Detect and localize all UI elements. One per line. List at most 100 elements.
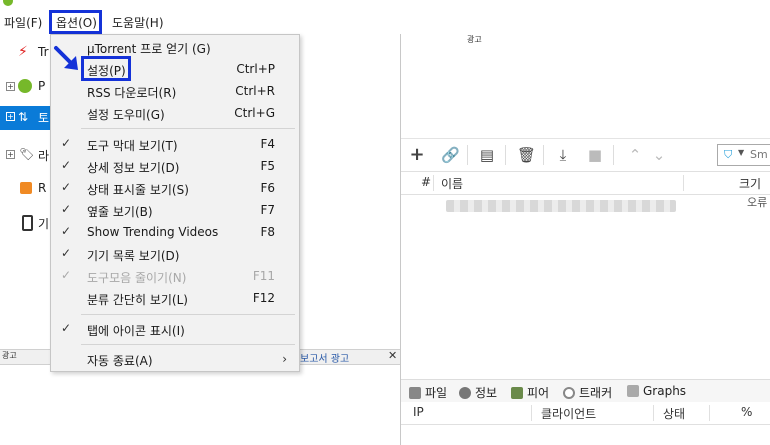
sidebar: ⚡ Tr + P + ⇅ 토 + 🏷 라 R 기 bbox=[0, 34, 50, 344]
tab-info[interactable]: 정보 bbox=[459, 384, 497, 401]
trash-icon[interactable]: 🗑 bbox=[517, 147, 536, 163]
expand-icon[interactable]: + bbox=[6, 112, 15, 121]
create-torrent-icon[interactable]: ▤ bbox=[479, 147, 495, 163]
menu-item-show-toolbar[interactable]: ✓ 도구 막대 보기(T) F4 bbox=[51, 134, 299, 156]
menu-item-label: 자동 종료(A) bbox=[87, 354, 153, 368]
column-divider bbox=[709, 405, 710, 421]
menu-item-label: 도구모음 줄이기(N) bbox=[87, 271, 187, 285]
menu-item-shortcut: F8 bbox=[260, 225, 275, 239]
shield-icon: ⛉ bbox=[724, 148, 733, 161]
menu-item-rss-downloader[interactable]: RSS 다운로더(R) Ctrl+R bbox=[51, 81, 299, 103]
expand-icon[interactable]: + bbox=[6, 82, 15, 91]
menu-item-label: 설정 도우미(G) bbox=[87, 108, 165, 122]
menu-item-shortcut: F12 bbox=[252, 291, 275, 305]
menu-help[interactable]: 도움말(H) bbox=[112, 14, 164, 31]
tab-files[interactable]: 파일 bbox=[409, 384, 447, 401]
menu-item-show-device-list[interactable]: ✓ 기기 목록 보기(D) bbox=[51, 244, 299, 266]
sidebar-item-devices[interactable]: 기 bbox=[0, 212, 50, 234]
ad-area: 광고 bbox=[401, 34, 770, 138]
menu-item-label: 도구 막대 보기(T) bbox=[87, 139, 178, 153]
menu-divider bbox=[81, 314, 295, 315]
menu-item-compact-toolbar: ✓ 도구모음 줄이기(N) F11 bbox=[51, 266, 299, 288]
column-divider bbox=[683, 175, 684, 191]
column-divider bbox=[653, 405, 654, 421]
sidebar-item-pro[interactable]: + P bbox=[0, 76, 50, 98]
menu-item-compact-categories[interactable]: 분류 간단히 보기(L) F12 bbox=[51, 288, 299, 310]
column-divider bbox=[433, 175, 434, 191]
sidebar-item-label: 토 bbox=[38, 111, 50, 125]
menu-item-label: 탭에 아이콘 표시(I) bbox=[87, 324, 185, 338]
column-divider bbox=[531, 405, 532, 421]
column-number[interactable]: # bbox=[421, 175, 431, 189]
menu-item-shortcut: F4 bbox=[260, 137, 275, 151]
chevron-up-icon[interactable]: ⌃ bbox=[627, 147, 643, 163]
expand-icon[interactable]: + bbox=[6, 150, 15, 159]
details-tabs: 파일 정보 피어 트래커 Graphs bbox=[401, 379, 770, 402]
peers-icon bbox=[511, 387, 523, 399]
menu-item-label: Show Trending Videos bbox=[87, 225, 219, 239]
menu-item-shortcut: F11 bbox=[252, 269, 275, 283]
search-box[interactable]: ⛉ ▼ Sm bbox=[717, 144, 770, 166]
tab-graphs[interactable]: Graphs bbox=[627, 384, 686, 398]
column-ip[interactable]: IP bbox=[413, 405, 424, 419]
tab-label: 피어 bbox=[527, 386, 550, 400]
tracker-icon bbox=[563, 387, 575, 399]
sidebar-item-label: P bbox=[38, 79, 46, 93]
search-input[interactable]: Sm bbox=[750, 148, 768, 161]
report-ad-link[interactable]: 보고서 광고 bbox=[300, 350, 349, 365]
sidebar-item-labels[interactable]: + 🏷 라 bbox=[0, 144, 50, 166]
ad-label: 광고 bbox=[467, 35, 482, 44]
check-icon: ✓ bbox=[61, 268, 72, 282]
menu-item-label: 분류 간단히 보기(L) bbox=[87, 293, 188, 307]
toolbar-divider bbox=[613, 145, 614, 165]
check-icon: ✓ bbox=[61, 136, 72, 150]
menu-item-show-sidebar[interactable]: ✓ 옆줄 보기(B) F7 bbox=[51, 200, 299, 222]
check-icon: ✓ bbox=[61, 224, 72, 238]
tab-label: 정보 bbox=[475, 386, 498, 400]
stop-icon[interactable]: ■ bbox=[587, 147, 603, 163]
menu-item-setup-guide[interactable]: 설정 도우미(G) Ctrl+G bbox=[51, 103, 299, 125]
close-icon[interactable]: ✕ bbox=[388, 349, 397, 362]
options-highlight-box bbox=[49, 10, 102, 34]
add-icon[interactable]: + bbox=[409, 146, 425, 164]
torrent-list-header: # 이름 크기 bbox=[401, 171, 770, 195]
app-logo-icon bbox=[3, 0, 13, 6]
tab-trackers[interactable]: 트래커 bbox=[563, 384, 612, 401]
tag-icon: 🏷 bbox=[19, 147, 35, 161]
chevron-down-icon[interactable]: ▼ bbox=[738, 148, 744, 157]
column-name[interactable]: 이름 bbox=[441, 175, 463, 192]
sidebar-item-label: 라 bbox=[38, 149, 50, 163]
check-icon: ✓ bbox=[61, 180, 72, 194]
tab-label: 트래커 bbox=[579, 386, 613, 400]
column-client[interactable]: 클라이언트 bbox=[541, 405, 596, 422]
options-dropdown-menu: µTorrent 프로 얻기 (G) 설정(P) Ctrl+P RSS 다운로더… bbox=[50, 34, 300, 372]
check-icon: ✓ bbox=[61, 321, 72, 335]
lightning-icon: ⚡ bbox=[18, 44, 28, 60]
sidebar-item-rss[interactable]: R bbox=[0, 178, 50, 200]
menu-item-tab-icons[interactable]: ✓ 탭에 아이콘 표시(I) bbox=[51, 319, 299, 341]
sidebar-item-torrents[interactable]: ⚡ Tr bbox=[0, 42, 50, 64]
device-icon bbox=[22, 215, 33, 231]
menu-item-show-details[interactable]: ✓ 상세 정보 보기(D) F5 bbox=[51, 156, 299, 178]
preferences-highlight-box bbox=[81, 56, 131, 81]
info-icon bbox=[459, 387, 471, 399]
menu-item-shortcut: F6 bbox=[260, 181, 275, 195]
menu-divider bbox=[81, 128, 295, 129]
ad-label: 광고 bbox=[2, 351, 17, 360]
column-status[interactable]: 상태 bbox=[663, 405, 685, 422]
column-percent[interactable]: % bbox=[741, 405, 752, 419]
menu-item-label: 기기 목록 보기(D) bbox=[87, 249, 180, 263]
menu-item-show-statusbar[interactable]: ✓ 상태 표시줄 보기(S) F6 bbox=[51, 178, 299, 200]
menu-item-shortcut: F5 bbox=[260, 159, 275, 173]
link-icon[interactable]: 🔗 bbox=[441, 147, 460, 163]
chevron-down-icon[interactable]: ⌄ bbox=[651, 147, 667, 163]
download-icon[interactable]: ⤓ bbox=[555, 147, 571, 163]
sidebar-item-selected[interactable]: + ⇅ 토 bbox=[0, 106, 50, 130]
tab-peers[interactable]: 피어 bbox=[511, 384, 549, 401]
menu-item-auto-shutdown[interactable]: 자동 종료(A) › bbox=[51, 349, 299, 371]
menu-item-show-trending-videos[interactable]: ✓ Show Trending Videos F8 bbox=[51, 222, 299, 244]
column-size[interactable]: 크기 bbox=[739, 175, 761, 192]
tab-label: 파일 bbox=[425, 386, 448, 400]
menu-item-label: RSS 다운로더(R) bbox=[87, 86, 177, 100]
menu-file[interactable]: 파일(F) bbox=[4, 14, 42, 31]
